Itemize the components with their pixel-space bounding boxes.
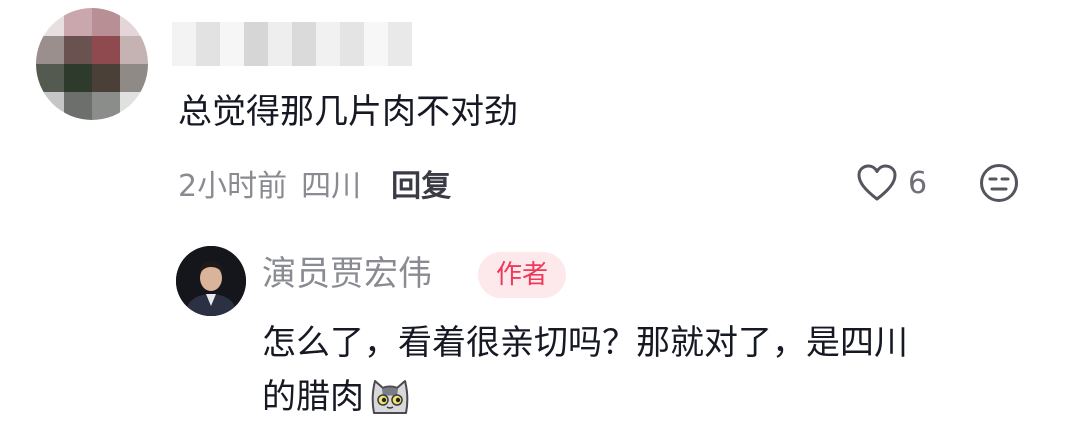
person-photo	[176, 246, 246, 316]
comment-text: 总觉得那几片肉不对劲	[178, 92, 518, 132]
like-count: 6	[908, 165, 928, 201]
comment-location: 四川	[301, 169, 362, 204]
commenter-avatar[interactable]	[36, 8, 148, 120]
dislike-button[interactable]	[978, 162, 1020, 204]
reply-text-line1: 怎么了，看着很亲切吗？那就对了，是四川	[262, 323, 908, 363]
like-button[interactable]: 6	[856, 160, 927, 206]
reply-author-name[interactable]: 演员贾宏伟	[262, 250, 432, 298]
comment-meta: 2小时前 四川 回复	[178, 160, 451, 206]
unhappy-face-icon	[980, 164, 1018, 202]
cat-emoji-icon	[371, 379, 409, 414]
commenter-name-blurred[interactable]	[172, 22, 412, 66]
reply-button[interactable]: 回复	[391, 161, 451, 205]
author-badge: 作者	[478, 252, 566, 298]
reply-text-line2: 的腊肉	[262, 377, 364, 417]
reply-author-avatar[interactable]	[176, 246, 246, 316]
reply-text: 怎么了，看着很亲切吗？那就对了，是四川 的腊肉	[262, 316, 1042, 424]
comment-time: 2小时前	[178, 169, 288, 204]
reply-text-line2-wrap: 的腊肉	[262, 370, 1042, 424]
heart-icon	[857, 164, 897, 201]
